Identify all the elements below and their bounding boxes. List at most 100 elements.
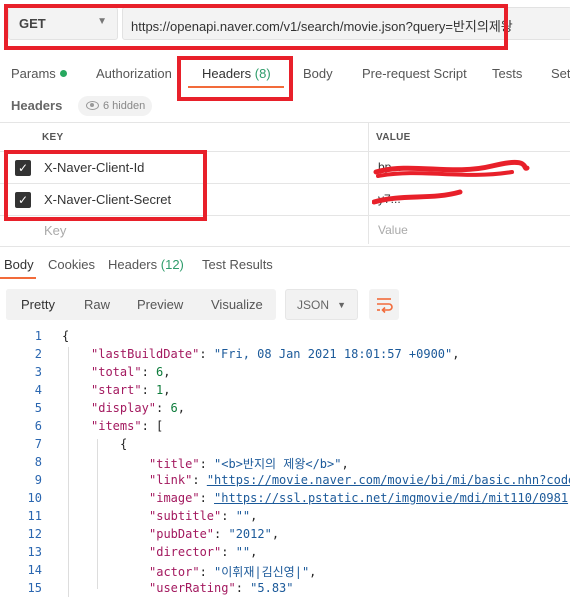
- tab-label: Body: [303, 66, 333, 81]
- line-number: 4: [34, 383, 42, 397]
- view-preview-button[interactable]: Preview: [137, 297, 183, 312]
- line-number: 5: [34, 401, 42, 415]
- view-mode-selector: Pretty Raw Preview Visualize: [6, 289, 276, 320]
- line-number: 14: [27, 563, 42, 577]
- line-number: 15: [27, 581, 42, 595]
- tab-response-cookies[interactable]: Cookies: [48, 257, 95, 272]
- method-select[interactable]: GET ▼: [8, 7, 118, 40]
- json-value: 6: [170, 401, 178, 415]
- tab-count: (12): [160, 257, 184, 272]
- row-checkbox[interactable]: ✓: [15, 160, 31, 176]
- json-value[interactable]: "https://ssl.pstatic.net/imgmovie/mdi/mi…: [214, 491, 568, 505]
- line-number: 12: [27, 527, 42, 541]
- json-value: 1: [156, 383, 164, 397]
- json-key: "actor": [149, 565, 200, 579]
- tab-count: (8): [254, 66, 271, 81]
- view-pretty-button[interactable]: Pretty: [21, 297, 55, 312]
- json-key: "start": [91, 383, 142, 397]
- json-key: "userRating": [149, 581, 236, 595]
- code-line: {: [62, 329, 70, 343]
- active-tab-indicator: [188, 86, 284, 88]
- code-line: "director": "",: [149, 545, 258, 559]
- json-key: "display": [91, 401, 157, 415]
- code-line: "subtitle": "",: [149, 509, 258, 523]
- header-key[interactable]: X-Naver-Client-Secret: [44, 192, 171, 207]
- line-number: 10: [27, 491, 42, 505]
- line-number: 9: [34, 473, 42, 487]
- tab-response-test-results[interactable]: Test Results: [202, 257, 273, 272]
- line-number: 6: [34, 419, 42, 433]
- json-value: "이휘재|김신영|": [214, 565, 310, 579]
- active-response-tab-indicator: [0, 277, 36, 279]
- eye-icon: [86, 101, 99, 110]
- json-value: "5.83": [250, 581, 294, 595]
- headers-table-header: KEY VALUE: [0, 122, 570, 152]
- header-value[interactable]: y7...: [378, 192, 401, 206]
- json-value: "2012": [228, 527, 272, 541]
- tab-response-body[interactable]: Body: [4, 257, 34, 272]
- code-line: "total": 6,: [91, 365, 171, 379]
- format-select[interactable]: JSON ▼: [285, 289, 358, 320]
- code-line: "display": 6,: [91, 401, 185, 415]
- view-raw-button[interactable]: Raw: [84, 297, 110, 312]
- hidden-count: 6 hidden: [103, 100, 146, 112]
- json-key: "director": [149, 545, 222, 559]
- response-tabs: Body Cookies Headers (12) Test Results: [0, 246, 570, 279]
- tab-tests[interactable]: Tests: [492, 66, 522, 81]
- json-value: "Fri, 08 Jan 2021 18:01:57 +0900": [213, 347, 453, 361]
- line-number: 11: [27, 509, 42, 523]
- tab-params[interactable]: Params: [11, 66, 67, 81]
- row-checkbox[interactable]: ✓: [15, 192, 31, 208]
- line-number: 3: [34, 365, 42, 379]
- json-key: "items": [91, 419, 142, 433]
- json-value: [: [156, 419, 164, 433]
- tab-authorization[interactable]: Authorization: [96, 66, 172, 81]
- tab-headers[interactable]: Headers (8): [202, 66, 271, 81]
- line-number: 2: [34, 347, 42, 361]
- new-key-input[interactable]: Key: [44, 223, 66, 238]
- table-row-new: Key Value: [0, 215, 570, 247]
- json-key: "link": [149, 473, 193, 487]
- table-row: ✓ X-Naver-Client-Id bp...: [0, 152, 570, 184]
- tab-label: Pre-request Script: [362, 66, 467, 81]
- tab-label: Set: [551, 66, 570, 81]
- tab-label: Authorization: [96, 66, 172, 81]
- json-key: "title": [149, 457, 200, 471]
- indent-guide: [97, 439, 98, 589]
- url-input[interactable]: https://openapi.naver.com/v1/search/movi…: [122, 7, 570, 40]
- json-value[interactable]: "https://movie.naver.com/movie/bi/mi/bas…: [207, 473, 570, 487]
- line-number: 8: [34, 455, 42, 469]
- code-line: "pubDate": "2012",: [149, 527, 280, 541]
- json-key: "pubDate": [149, 527, 215, 541]
- code-line: "link": "https://movie.naver.com/movie/b…: [149, 473, 570, 487]
- header-key[interactable]: X-Naver-Client-Id: [44, 160, 144, 175]
- hidden-headers-toggle[interactable]: 6 hidden: [78, 96, 152, 116]
- tab-body[interactable]: Body: [303, 66, 333, 81]
- format-label: JSON: [297, 298, 330, 312]
- wrap-lines-button[interactable]: [369, 289, 399, 320]
- view-visualize-button[interactable]: Visualize: [211, 297, 263, 312]
- tab-settings[interactable]: Set: [551, 66, 570, 81]
- code-line: "lastBuildDate": "Fri, 08 Jan 2021 18:01…: [91, 347, 460, 361]
- json-key: "subtitle": [149, 509, 222, 523]
- wrap-icon: [377, 298, 393, 314]
- json-value: "": [235, 509, 251, 523]
- header-value[interactable]: bp...: [378, 160, 401, 174]
- code-line: "userRating": "5.83": [149, 581, 294, 595]
- url-text: https://openapi.naver.com/v1/search/movi…: [131, 19, 513, 34]
- json-key: "lastBuildDate": [91, 347, 200, 361]
- json-value: "": [235, 545, 251, 559]
- headers-section-title: Headers: [11, 98, 63, 113]
- new-value-input[interactable]: Value: [378, 223, 408, 237]
- tab-label: Tests: [492, 66, 523, 81]
- code-line: "actor": "이휘재|김신영|",: [149, 565, 317, 579]
- line-number: 13: [27, 545, 42, 559]
- method-label: GET: [19, 16, 46, 31]
- tab-pre-request-script[interactable]: Pre-request Script: [362, 66, 467, 81]
- request-tabs: Params Authorization Headers (8) Body Pr…: [0, 60, 570, 88]
- tab-label: Headers: [202, 66, 252, 81]
- tab-label: Test Results: [202, 257, 273, 272]
- tab-response-headers[interactable]: Headers (12): [108, 257, 184, 272]
- line-number: 1: [34, 329, 42, 343]
- code-line: "image": "https://ssl.pstatic.net/imgmov…: [149, 491, 570, 505]
